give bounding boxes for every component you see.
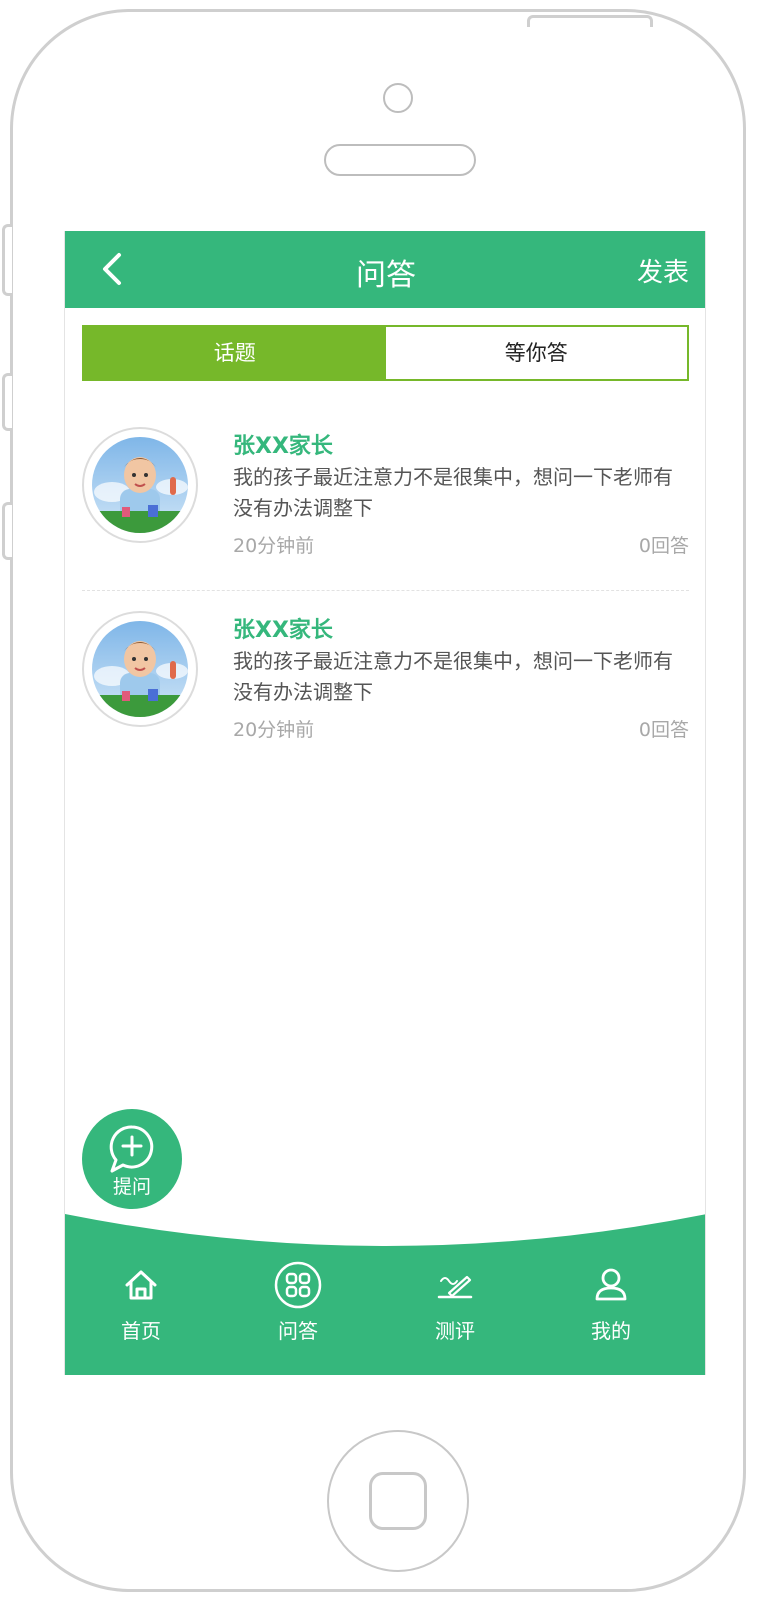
nav-bar: 问答 发表 — [65, 231, 705, 308]
answer-count: 0回答 — [638, 719, 689, 741]
segmented-tabs: 话题 等你答 — [82, 325, 689, 381]
publish-button[interactable]: 发表 — [637, 252, 689, 289]
user-icon — [595, 1268, 627, 1301]
tabbar-label: 测评 — [435, 1319, 475, 1343]
tabbar-item-mine[interactable]: 我的 — [561, 1261, 661, 1344]
front-camera — [383, 83, 413, 113]
tab-awaiting-answer[interactable]: 等你答 — [385, 327, 687, 379]
author-name: 张XX家长 — [233, 434, 333, 459]
ask-question-button[interactable]: 提问 — [82, 1109, 182, 1209]
post-time: 20分钟前 — [233, 535, 315, 557]
avatar — [82, 427, 198, 543]
page-title: 问答 — [356, 258, 416, 293]
tabbar-item-home[interactable]: 首页 — [91, 1261, 191, 1344]
home-icon — [125, 1270, 157, 1300]
avatar — [82, 611, 198, 727]
volume-up-button — [2, 373, 12, 431]
question-text: 我的孩子最近注意力不是很集中，想问一下老师有没有办法调整下 — [233, 649, 673, 704]
child-photo-icon — [92, 621, 188, 717]
home-button-icon — [369, 1472, 427, 1530]
question-item[interactable]: 张XX家长 我的孩子最近注意力不是很集中，想问一下老师有没有办法调整下 20分钟… — [65, 574, 705, 761]
tabbar-item-assessment[interactable]: 测评 — [405, 1261, 505, 1344]
grid-icon — [274, 1261, 322, 1309]
question-text: 我的孩子最近注意力不是很集中，想问一下老师有没有办法调整下 — [233, 465, 673, 520]
plus-chat-icon — [109, 1125, 154, 1173]
power-button — [527, 15, 653, 27]
earpiece-speaker — [324, 144, 476, 176]
child-photo-icon — [92, 437, 188, 533]
tab-topics[interactable]: 话题 — [84, 327, 386, 379]
question-item[interactable]: 张XX家长 我的孩子最近注意力不是很集中，想问一下老师有没有办法调整下 20分钟… — [65, 390, 705, 577]
post-time: 20分钟前 — [233, 719, 315, 741]
tabbar-item-qa[interactable]: 问答 — [248, 1261, 348, 1344]
volume-down-button — [2, 502, 12, 560]
app-screen: 问答 发表 话题 等你答 张XX家长 我的孩子最近注意力不是很集中，想问一下老师… — [64, 231, 706, 1375]
tabbar-label: 首页 — [121, 1319, 161, 1343]
tabbar-label: 问答 — [278, 1319, 318, 1343]
ask-question-label: 提问 — [112, 1176, 151, 1198]
pen-icon — [437, 1275, 473, 1299]
author-name: 张XX家长 — [233, 618, 333, 643]
tabbar-label: 我的 — [591, 1319, 631, 1343]
answer-count: 0回答 — [638, 535, 689, 557]
mute-switch — [2, 224, 12, 296]
